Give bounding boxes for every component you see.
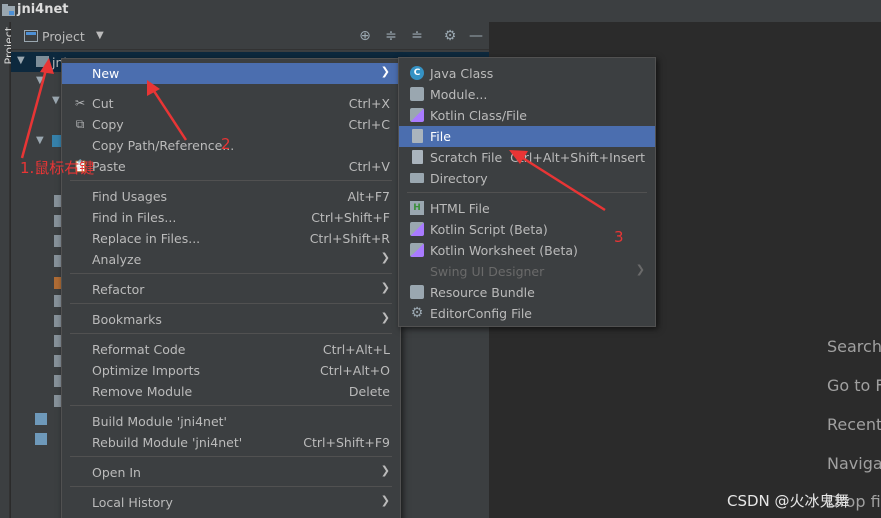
menu-item-open-in[interactable]: Open In ❯ — [62, 462, 400, 483]
gear-icon: ⚙ — [410, 305, 424, 321]
watermark: CSDN @火冰鬼舞 — [727, 492, 850, 510]
expand-all-icon[interactable]: ≑ — [383, 28, 399, 44]
collapse-all-icon[interactable]: ≐ — [409, 28, 425, 44]
project-view-icon — [24, 30, 38, 42]
menu-item-java-class[interactable]: C Java Class — [399, 63, 655, 84]
menu-item-remove-module[interactable]: Remove Module Delete — [62, 381, 400, 402]
menu-item-local-history[interactable]: Local History ❯ — [62, 492, 400, 513]
chevron-right-icon: ❯ — [380, 494, 390, 507]
annotation-step-2: 2 — [221, 135, 231, 153]
chevron-right-icon: ❯ — [380, 65, 390, 78]
title-bar — [0, 0, 881, 22]
menu-separator — [70, 486, 392, 487]
menu-item-analyze[interactable]: Analyze ❯ — [62, 249, 400, 270]
chevron-right-icon: ❯ — [635, 263, 645, 276]
menu-item-module[interactable]: Module... — [399, 84, 655, 105]
tool-window-stripe — [0, 22, 10, 518]
menu-item-swing-ui-designer: Swing UI Designer ❯ — [430, 263, 645, 279]
menu-item-new[interactable]: New ❯ — [62, 63, 400, 84]
menu-separator — [70, 303, 392, 304]
project-view-selector[interactable]: Project — [42, 29, 85, 44]
menu-item-rebuild-module[interactable]: Rebuild Module 'jni4net' Ctrl+Shift+F9 — [62, 432, 400, 453]
new-submenu: C Java Class Module... Kotlin Class/File… — [398, 57, 656, 327]
folder-icon — [410, 173, 424, 183]
menu-item-optimize-imports[interactable]: Optimize Imports Ctrl+Alt+O — [62, 360, 400, 381]
gear-icon[interactable]: ⚙ — [442, 28, 458, 44]
menu-separator — [70, 180, 392, 181]
editor-hint-navigate: Naviga — [827, 454, 881, 473]
menu-item-refactor[interactable]: Refactor ❯ — [62, 279, 400, 300]
hide-panel-icon[interactable]: — — [468, 28, 484, 44]
scratch-file-icon — [412, 150, 423, 164]
annotation-step-3: 3 — [614, 228, 624, 246]
chevron-right-icon: ❯ — [380, 464, 390, 477]
file-icon — [412, 129, 423, 143]
menu-item-build-module[interactable]: Build Module 'jni4net' — [62, 411, 400, 432]
kotlin-script-icon — [410, 222, 424, 236]
menu-item-replace-in-files[interactable]: Replace in Files... Ctrl+Shift+R — [62, 228, 400, 249]
menu-item-copy[interactable]: ⧉ Copy Ctrl+C — [62, 114, 400, 135]
menu-separator — [70, 405, 392, 406]
menu-separator — [70, 333, 392, 334]
annotation-step-1: 1.鼠标右键 — [20, 159, 95, 177]
menu-item-copy-path[interactable]: Copy Path/Reference... — [62, 135, 400, 156]
chevron-down-icon[interactable]: ▼ — [96, 30, 104, 41]
resource-bundle-icon — [410, 285, 424, 299]
menu-item-paste[interactable]: 📋 Paste Ctrl+V — [62, 156, 400, 177]
menu-item-find-in-files[interactable]: Find in Files... Ctrl+Shift+F — [62, 207, 400, 228]
menu-separator — [70, 456, 392, 457]
menu-item-bookmarks[interactable]: Bookmarks ❯ — [62, 309, 400, 330]
window-title: jni4net — [17, 2, 69, 17]
menu-item-scratch-file[interactable]: Scratch File Ctrl+Alt+Shift+Insert — [399, 147, 655, 168]
menu-separator — [407, 192, 647, 193]
html-file-icon: H — [410, 201, 424, 215]
java-class-icon: C — [410, 66, 424, 80]
menu-item-editorconfig-file[interactable]: ⚙ EditorConfig File — [399, 303, 655, 324]
chevron-down-icon[interactable]: ▼ — [36, 75, 44, 86]
menu-item-file[interactable]: File — [399, 126, 655, 147]
kotlin-icon — [410, 108, 424, 122]
chevron-right-icon: ❯ — [380, 251, 390, 264]
kotlin-worksheet-icon — [410, 243, 424, 257]
menu-item-cut[interactable]: ✂ Cut Ctrl+X — [62, 93, 400, 114]
menu-item-find-usages[interactable]: Find Usages Alt+F7 — [62, 186, 400, 207]
module-icon — [410, 87, 424, 101]
copy-icon: ⧉ — [75, 117, 85, 131]
external-libraries-icon — [35, 413, 47, 425]
chevron-down-icon[interactable]: ▼ — [52, 95, 60, 106]
chevron-down-icon[interactable]: ▼ — [17, 55, 25, 66]
folder-icon — [2, 4, 15, 16]
editor-hint-recent: Recent — [827, 415, 881, 434]
locate-icon[interactable]: ⊕ — [357, 28, 373, 44]
menu-separator — [70, 273, 392, 274]
chevron-right-icon: ❯ — [380, 281, 390, 294]
editor-hint-goto: Go to F — [827, 376, 881, 395]
scratches-icon — [35, 433, 47, 445]
module-folder-icon — [36, 56, 49, 67]
chevron-down-icon[interactable]: ▼ — [36, 135, 44, 146]
context-menu: New ❯ ✂ Cut Ctrl+X ⧉ Copy Ctrl+C Copy Pa… — [61, 58, 401, 518]
menu-item-directory[interactable]: Directory — [399, 168, 655, 189]
menu-item-resource-bundle[interactable]: Resource Bundle — [399, 282, 655, 303]
editor-hint-search: Search — [827, 337, 881, 356]
menu-item-html-file[interactable]: H HTML File — [399, 198, 655, 219]
menu-item-reformat-code[interactable]: Reformat Code Ctrl+Alt+L — [62, 339, 400, 360]
menu-item-kotlin-class[interactable]: Kotlin Class/File — [399, 105, 655, 126]
scissors-icon: ✂ — [74, 96, 86, 110]
chevron-right-icon: ❯ — [380, 311, 390, 324]
